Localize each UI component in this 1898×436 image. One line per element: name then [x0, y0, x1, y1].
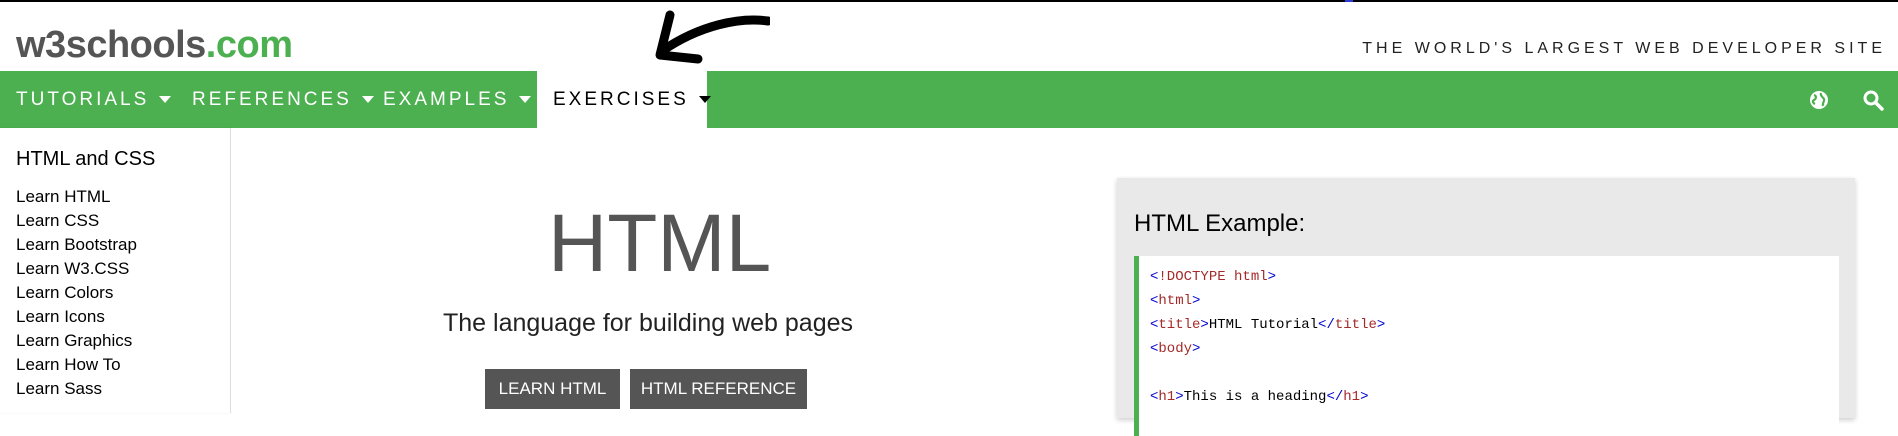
nav-references-label: REFERENCES: [192, 89, 352, 110]
html-reference-button[interactable]: HTML REFERENCE: [630, 369, 807, 409]
code-example: <!DOCTYPE html> <html> <title>HTML Tutor…: [1134, 256, 1839, 436]
search-icon[interactable]: [1862, 89, 1884, 111]
example-title: HTML Example:: [1134, 210, 1306, 237]
code-line: <body>: [1150, 341, 1201, 357]
sidebar-item-learn-w3css[interactable]: Learn W3.CSS: [16, 257, 137, 281]
learn-html-button[interactable]: LEARN HTML: [485, 369, 620, 409]
caret-down-icon: [159, 96, 172, 104]
sidebar-item-learn-colors[interactable]: Learn Colors: [16, 281, 137, 305]
code-line: <title>HTML Tutorial</title>: [1150, 317, 1386, 333]
page-title: HTML: [548, 198, 772, 289]
code-line: <!DOCTYPE html>: [1150, 269, 1277, 285]
nav-references[interactable]: REFERENCES: [176, 71, 374, 128]
sidebar-item-learn-html[interactable]: Learn HTML: [16, 185, 137, 209]
site-logo[interactable]: w3schools.com: [16, 22, 293, 68]
sidebar-item-learn-icons[interactable]: Learn Icons: [16, 305, 137, 329]
nav-tutorials[interactable]: TUTORIALS: [0, 71, 176, 128]
sidebar-item-learn-sass[interactable]: Learn Sass: [16, 377, 137, 401]
nav-examples-label: EXAMPLES: [383, 89, 510, 110]
nav-exercises-label: EXERCISES: [553, 89, 689, 110]
page-subtitle: The language for building web pages: [442, 309, 854, 337]
site-header: w3schools.com THE WORLD'S LARGEST WEB DE…: [0, 2, 1898, 70]
sidebar-item-learn-css[interactable]: Learn CSS: [16, 209, 137, 233]
example-panel: HTML Example: <!DOCTYPE html> <html> <ti…: [1117, 178, 1855, 436]
nav-examples[interactable]: EXAMPLES: [367, 71, 537, 128]
site-tagline: THE WORLD'S LARGEST WEB DEVELOPER SITE: [1362, 40, 1886, 57]
caret-down-icon: [698, 96, 711, 104]
nav-exercises[interactable]: EXERCISES: [537, 71, 711, 128]
globe-icon[interactable]: [1808, 89, 1830, 111]
caret-down-icon: [519, 96, 532, 104]
sidebar: HTML and CSS Learn HTML Learn CSS Learn …: [0, 128, 231, 413]
sidebar-list: Learn HTML Learn CSS Learn Bootstrap Lea…: [16, 185, 137, 401]
code-line: <html>: [1150, 293, 1201, 309]
code-line: <h1>This is a heading</h1>: [1150, 389, 1369, 405]
top-navbar: TUTORIALS REFERENCES EXAMPLES EXERCISES: [0, 71, 1898, 128]
sidebar-item-learn-graphics[interactable]: Learn Graphics: [16, 329, 137, 353]
sidebar-item-learn-how-to[interactable]: Learn How To: [16, 353, 137, 377]
sidebar-heading: HTML and CSS: [16, 148, 156, 170]
sidebar-item-learn-bootstrap[interactable]: Learn Bootstrap: [16, 233, 137, 257]
annotation-arrow-icon: [655, 10, 770, 64]
nav-tutorials-label: TUTORIALS: [16, 89, 150, 110]
